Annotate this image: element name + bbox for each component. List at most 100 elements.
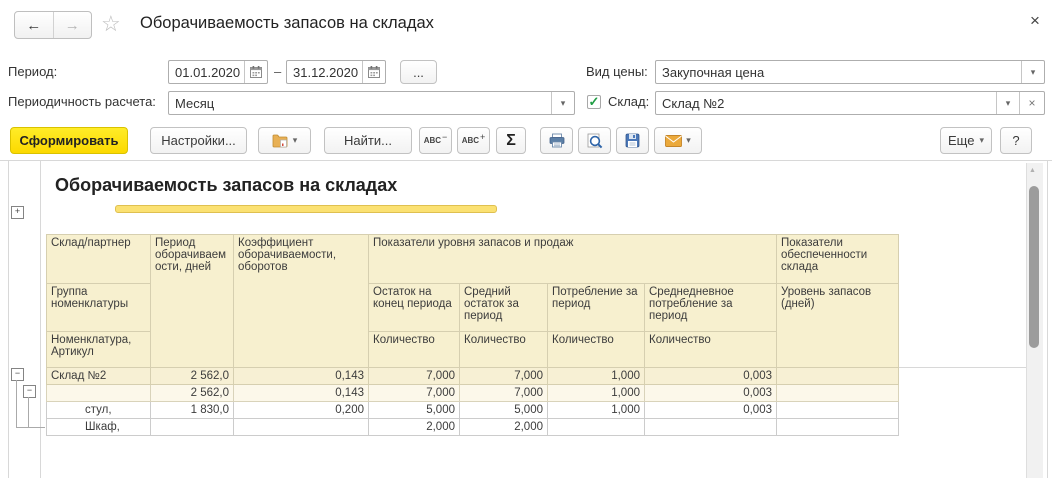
periodicity-value[interactable]: Месяц <box>169 92 551 114</box>
cell-value[interactable]: 5,000 <box>368 401 460 419</box>
warehouse-value[interactable]: Склад №2 <box>656 92 996 114</box>
plus-icon: + <box>480 131 486 142</box>
date-from-field[interactable]: 01.01.2020 <box>168 60 268 84</box>
help-button[interactable]: ? <box>1000 127 1032 154</box>
abc-icon: ABC <box>461 136 480 145</box>
cell-value[interactable] <box>776 367 899 385</box>
cell-value[interactable]: 2 562,0 <box>150 367 234 385</box>
header-extension-line <box>898 367 1026 368</box>
table-row-subgroup: 2 562,0 0,143 7,000 7,000 1,000 0,003 <box>46 384 899 402</box>
cell-value[interactable] <box>776 384 899 402</box>
calendar-icon[interactable] <box>244 61 267 83</box>
email-button[interactable]: ▾ <box>654 127 702 154</box>
close-icon[interactable]: × <box>1030 11 1040 31</box>
preview-button[interactable] <box>578 127 611 154</box>
cell-value[interactable] <box>644 418 777 436</box>
chevron-down-icon[interactable]: ▾ <box>996 92 1019 114</box>
periodicity-combo[interactable]: Месяц ▾ <box>168 91 575 115</box>
col-header-consumption: Потребление за период <box>547 283 645 332</box>
cell-value[interactable]: 1,000 <box>547 367 645 385</box>
scrollbar-thumb[interactable] <box>1029 186 1039 348</box>
cell-value[interactable] <box>776 418 899 436</box>
table-row-item: Шкаф, 2,000 2,000 <box>46 418 899 436</box>
envelope-icon <box>665 134 683 147</box>
cell-value[interactable]: 7,000 <box>459 384 548 402</box>
cell-value[interactable]: 1 830,0 <box>150 401 234 419</box>
date-to-field[interactable]: 31.12.2020 <box>286 60 386 84</box>
page-title: Оборачиваемость запасов на складах <box>140 14 434 32</box>
abc-icon: ABC <box>423 136 442 145</box>
cell-name[interactable]: стул, <box>46 401 151 419</box>
save-button[interactable] <box>616 127 649 154</box>
settings-button[interactable]: Настройки... <box>150 127 247 154</box>
cell-value[interactable] <box>776 401 899 419</box>
price-type-combo[interactable]: Закупочная цена ▾ <box>655 60 1045 84</box>
col-header-nomenclature-group: Группа номенклатуры <box>46 283 151 332</box>
back-arrow-icon[interactable]: ← <box>15 12 54 38</box>
price-type-value[interactable]: Закупочная цена <box>656 61 1021 83</box>
margin-separator <box>40 161 41 478</box>
chevron-down-icon[interactable]: ▾ <box>1021 61 1044 83</box>
cell-value[interactable]: 7,000 <box>368 367 460 385</box>
cell-value[interactable] <box>233 418 369 436</box>
cell-value[interactable]: 0,003 <box>644 367 777 385</box>
more-button[interactable]: Еще ▾ <box>940 127 992 154</box>
cell-value[interactable]: 0,143 <box>233 367 369 385</box>
cell-value[interactable]: 1,000 <box>547 401 645 419</box>
scroll-up-icon[interactable]: ▲ <box>1029 167 1036 174</box>
favorite-star-icon[interactable]: ☆ <box>101 11 121 37</box>
collapse-groups-button[interactable]: ABC − <box>419 127 452 154</box>
col-header-turnover-ratio: Коэффициент оборачиваемости, оборотов <box>233 234 369 368</box>
price-type-label: Вид цены: <box>586 64 648 79</box>
cell-name[interactable]: Шкаф, <box>46 418 151 436</box>
col-subheader-quantity: Количество <box>459 331 548 368</box>
cell-value[interactable] <box>150 418 234 436</box>
report-variants-button[interactable]: ▾ <box>258 127 311 154</box>
cell-value[interactable]: 0,003 <box>644 384 777 402</box>
chevron-down-icon[interactable]: ▾ <box>551 92 574 114</box>
tree-line <box>28 397 29 427</box>
cell-value[interactable]: 0,003 <box>644 401 777 419</box>
cell-value[interactable]: 1,000 <box>547 384 645 402</box>
cell-value[interactable]: 7,000 <box>459 367 548 385</box>
cell-value[interactable]: 0,200 <box>233 401 369 419</box>
cell-value[interactable] <box>547 418 645 436</box>
cell-value[interactable]: 2,000 <box>368 418 460 436</box>
group-header-supply: Показатели обеспеченности склада <box>776 234 899 284</box>
col-header-warehouse-partner: Склад/партнер <box>46 234 151 284</box>
more-button-label: Еще <box>948 133 975 148</box>
col-header-end-balance: Остаток на конец периода <box>368 283 460 332</box>
collapse-group-icon[interactable]: − <box>11 368 24 381</box>
cell-name[interactable] <box>46 384 151 402</box>
calendar-icon[interactable] <box>362 61 385 83</box>
table-row-item: стул, 1 830,0 0,200 5,000 5,000 1,000 0,… <box>46 401 899 419</box>
warehouse-combo[interactable]: Склад №2 ▾ × <box>655 91 1045 115</box>
warehouse-checkbox[interactable]: ✓ <box>587 94 601 109</box>
col-header-avg-daily-consumption: Среднедневное потребление за период <box>644 283 777 332</box>
expand-groups-button[interactable]: ABC + <box>457 127 490 154</box>
col-header-turnover-period: Период оборачиваемости, дней <box>150 234 234 368</box>
date-to-value[interactable]: 31.12.2020 <box>287 61 362 83</box>
tree-line <box>16 380 17 427</box>
cell-value[interactable]: 5,000 <box>459 401 548 419</box>
cell-value[interactable]: 0,143 <box>233 384 369 402</box>
cell-value[interactable]: 2,000 <box>459 418 548 436</box>
forward-arrow-icon[interactable]: → <box>54 12 92 38</box>
find-button[interactable]: Найти... <box>324 127 412 154</box>
generate-button[interactable]: Сформировать <box>10 127 128 154</box>
cell-value[interactable]: 7,000 <box>368 384 460 402</box>
cell-name[interactable]: Склад №2 <box>46 367 151 385</box>
cell-value[interactable]: 2 562,0 <box>150 384 234 402</box>
collapse-subgroup-icon[interactable]: − <box>23 385 36 398</box>
print-button[interactable] <box>540 127 573 154</box>
folder-icon <box>272 134 289 148</box>
viewport-left-border <box>8 161 9 478</box>
report-table: Склад/партнер Период оборачиваемости, дн… <box>46 234 899 436</box>
col-subheader-quantity: Количество <box>547 331 645 368</box>
sum-button[interactable]: Σ <box>496 127 526 154</box>
date-from-value[interactable]: 01.01.2020 <box>169 61 244 83</box>
expand-columns-icon[interactable]: + <box>11 206 24 219</box>
clear-icon[interactable]: × <box>1019 92 1044 114</box>
col-header-stock-level: Уровень запасов (дней) <box>776 283 899 368</box>
period-more-button[interactable]: ... <box>400 60 437 84</box>
